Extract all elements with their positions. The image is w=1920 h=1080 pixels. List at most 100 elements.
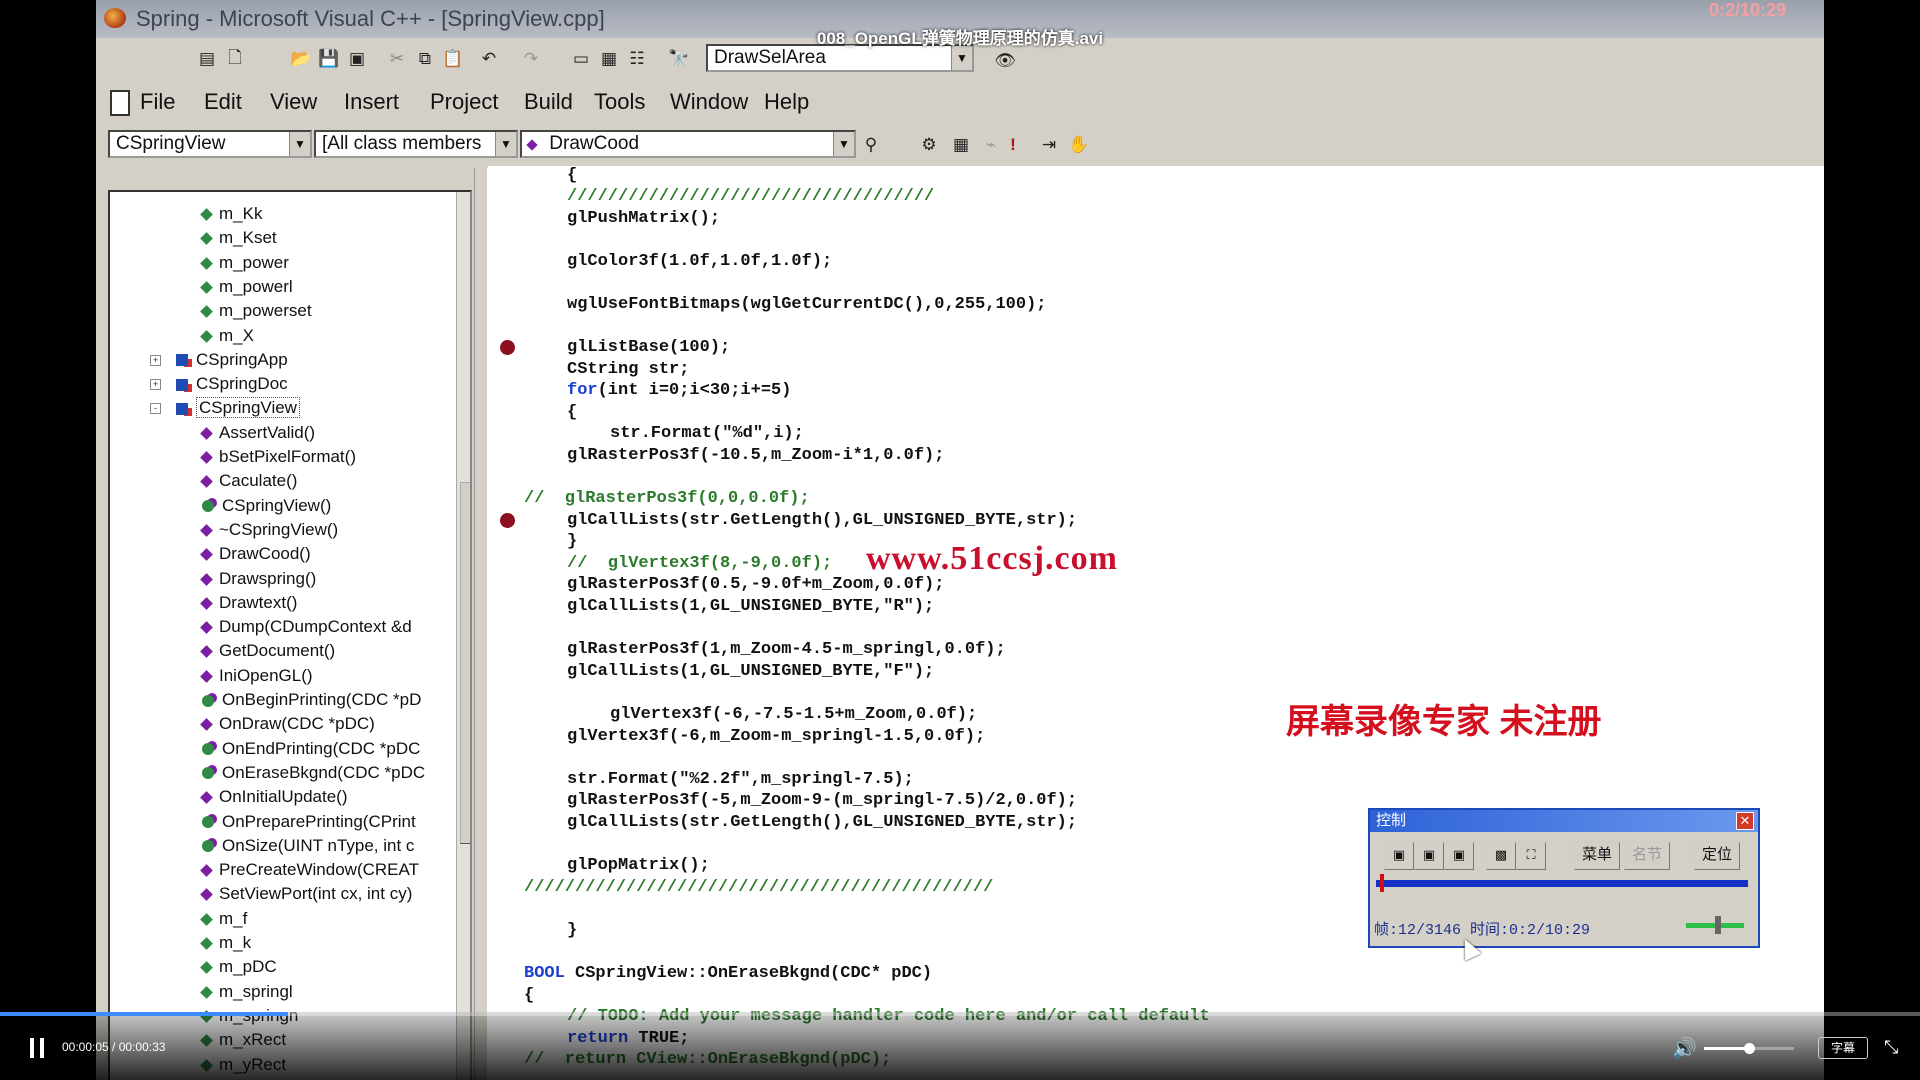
tree-member-item[interactable]: OnPreparePrinting(CPrint [202, 812, 416, 834]
stop-icon[interactable]: ▣ [1414, 842, 1444, 870]
menu-view[interactable]: View [270, 89, 317, 115]
recorder-title-bar: 控制 ✕ [1370, 810, 1758, 832]
tree-member-item[interactable]: m_powerl [200, 276, 293, 299]
member-combo[interactable]: DrawCood ▼ [520, 130, 856, 158]
subtitle-button[interactable]: 字幕 [1818, 1037, 1868, 1059]
redo-icon[interactable]: ↷ [518, 46, 544, 72]
menu-insert[interactable]: Insert [344, 89, 399, 115]
collapse-icon[interactable]: - [150, 403, 161, 415]
tree-member-item[interactable]: Drawtext() [200, 593, 297, 615]
recorder-volume-knob[interactable] [1715, 916, 1721, 934]
tree-member-item[interactable]: OnSize(UINT nType, int c [202, 836, 414, 858]
tree-member-item[interactable]: Drawspring() [200, 569, 316, 591]
volume-icon[interactable]: 🔊 [1672, 1036, 1697, 1061]
save-all-icon[interactable]: ▣ [344, 46, 370, 72]
recorder-seek-track[interactable] [1376, 880, 1748, 887]
tree-member-item[interactable]: IniOpenGL() [200, 666, 313, 688]
tree-class-node[interactable]: CSpringApp [176, 350, 288, 372]
recorder-menu-button[interactable]: 菜单 [1574, 842, 1620, 870]
tree-member-item[interactable]: m_powerset [200, 301, 312, 323]
tree-member-item[interactable]: AssertValid() [200, 423, 315, 445]
tree-scrollbar-thumb[interactable] [460, 482, 470, 844]
cut-icon[interactable]: ✂ [384, 46, 410, 72]
tree-member-item[interactable]: m_Kk [200, 204, 262, 226]
pane-splitter[interactable] [474, 168, 488, 1080]
breakpoint-hand-icon[interactable]: ✋ [1066, 132, 1092, 158]
class-combo[interactable]: CSpringView ▼ [108, 130, 312, 158]
go-icon[interactable]: ⇥ [1036, 132, 1062, 158]
video-progress-bar[interactable] [0, 1012, 1920, 1016]
filter-combo[interactable]: [All class members ▼ [314, 130, 518, 158]
tree-member-item[interactable]: CSpringView() [202, 496, 331, 518]
class-view-tree[interactable]: m_Kk m_Kset m_power m_powerl m_powerset m_X CS… [108, 190, 472, 1080]
undo-icon[interactable]: ↶ [476, 46, 502, 72]
tree-member-item[interactable]: m_power [200, 253, 289, 275]
menu-project[interactable]: Project [430, 89, 498, 115]
chevron-down-icon[interactable]: ▼ [495, 132, 516, 156]
tree-member-item[interactable]: ~CSpringView() [200, 520, 338, 542]
compile-icon[interactable]: ⚙ [916, 132, 942, 158]
tree-member-item[interactable]: m_f [200, 909, 247, 931]
tree-member-item[interactable]: m_Kset [200, 228, 277, 250]
tree-member-item[interactable]: m_springl [200, 982, 293, 1004]
tree-member-item[interactable]: Caculate() [200, 471, 297, 493]
pause-button[interactable] [26, 1036, 50, 1060]
recorder-seek-knob[interactable] [1379, 874, 1384, 892]
new-file-icon[interactable]: 🗋 [222, 46, 248, 72]
tree-class-node[interactable]: CSpringView [176, 397, 300, 420]
tree-class-node[interactable]: CSpringDoc [176, 374, 288, 396]
tree-member-item[interactable]: OnEraseBkgnd(CDC *pDC [202, 763, 425, 785]
tree-item-label: CSpringView [196, 397, 300, 419]
tree-member-item[interactable]: Dump(CDumpContext &d [200, 617, 412, 639]
menu-help[interactable]: Help [764, 89, 809, 115]
tree-member-item[interactable]: OnBeginPrinting(CDC *pD [202, 690, 421, 712]
chevron-down-icon[interactable]: ▼ [951, 46, 972, 70]
class-view-icon[interactable]: ☷ [624, 46, 650, 72]
menu-edit[interactable]: Edit [204, 89, 242, 115]
find-in-files-icon[interactable]: 🔭 [666, 46, 692, 72]
tree-member-item[interactable]: SetViewPort(int cx, int cy) [200, 884, 412, 906]
save-icon[interactable]: 💾 [316, 46, 342, 72]
chevron-down-icon[interactable]: ▼ [289, 132, 310, 156]
exit-fullscreen-icon[interactable]: ⤡ [1884, 1036, 1906, 1058]
volume-slider[interactable] [1704, 1043, 1794, 1054]
workspace-icon[interactable]: ▤ [194, 46, 220, 72]
tree-member-item[interactable]: DrawCood() [200, 544, 311, 566]
tree-member-item[interactable]: bSetPixelFormat() [200, 447, 356, 469]
expand-icon[interactable]: + [150, 379, 161, 391]
output-window-icon[interactable]: ▦ [596, 46, 622, 72]
menu-file[interactable]: File [140, 89, 175, 115]
build-icon[interactable]: ▦ [948, 132, 974, 158]
recorder-locate-button[interactable]: 定位 [1694, 842, 1740, 870]
tree-item-label: m_powerl [219, 276, 293, 296]
tree-member-item[interactable]: m_pDC [200, 957, 277, 979]
menu-tools[interactable]: Tools [594, 89, 645, 115]
screen-view-icon[interactable]: ▩ [1486, 842, 1516, 870]
breakpoint-icon[interactable] [500, 340, 515, 355]
breakpoint-icon[interactable] [500, 513, 515, 528]
paste-icon[interactable]: 📋 [440, 46, 466, 72]
expand-icon[interactable]: + [150, 354, 161, 366]
window-list-icon[interactable]: ▭ [568, 46, 594, 72]
wizard-action-icon[interactable]: ⚲ [858, 132, 884, 158]
tree-member-item[interactable]: PreCreateWindow(CREAT [200, 860, 419, 882]
chevron-down-icon[interactable]: ▼ [833, 132, 854, 156]
copy-icon[interactable]: ⧉ [412, 46, 438, 72]
pause-icon[interactable]: ▣ [1444, 842, 1474, 870]
tree-member-item[interactable]: GetDocument() [200, 641, 335, 663]
execute-icon[interactable]: ! [1000, 132, 1026, 158]
tree-member-item[interactable]: OnEndPrinting(CDC *pDC [202, 739, 420, 761]
binoculars-icon[interactable]: 👁 [992, 48, 1018, 74]
menu-build[interactable]: Build [524, 89, 573, 115]
code-line: glVertex3f(-6,-7.5-1.5+m_Zoom,0.0f); [610, 705, 977, 724]
tree-member-item[interactable]: OnInitialUpdate() [200, 787, 348, 809]
fit-window-icon[interactable]: ⛶ [1516, 842, 1546, 870]
open-folder-icon[interactable]: 📂 [288, 46, 314, 72]
menu-window[interactable]: Window [670, 89, 748, 115]
close-icon[interactable]: ✕ [1736, 812, 1754, 830]
play-start-icon[interactable]: ▣ [1384, 842, 1414, 870]
tree-member-item[interactable]: m_X [200, 326, 254, 348]
tree-member-item[interactable]: m_k [200, 933, 251, 955]
tree-member-item[interactable]: OnDraw(CDC *pDC) [200, 714, 375, 736]
volume-knob[interactable] [1744, 1043, 1755, 1054]
